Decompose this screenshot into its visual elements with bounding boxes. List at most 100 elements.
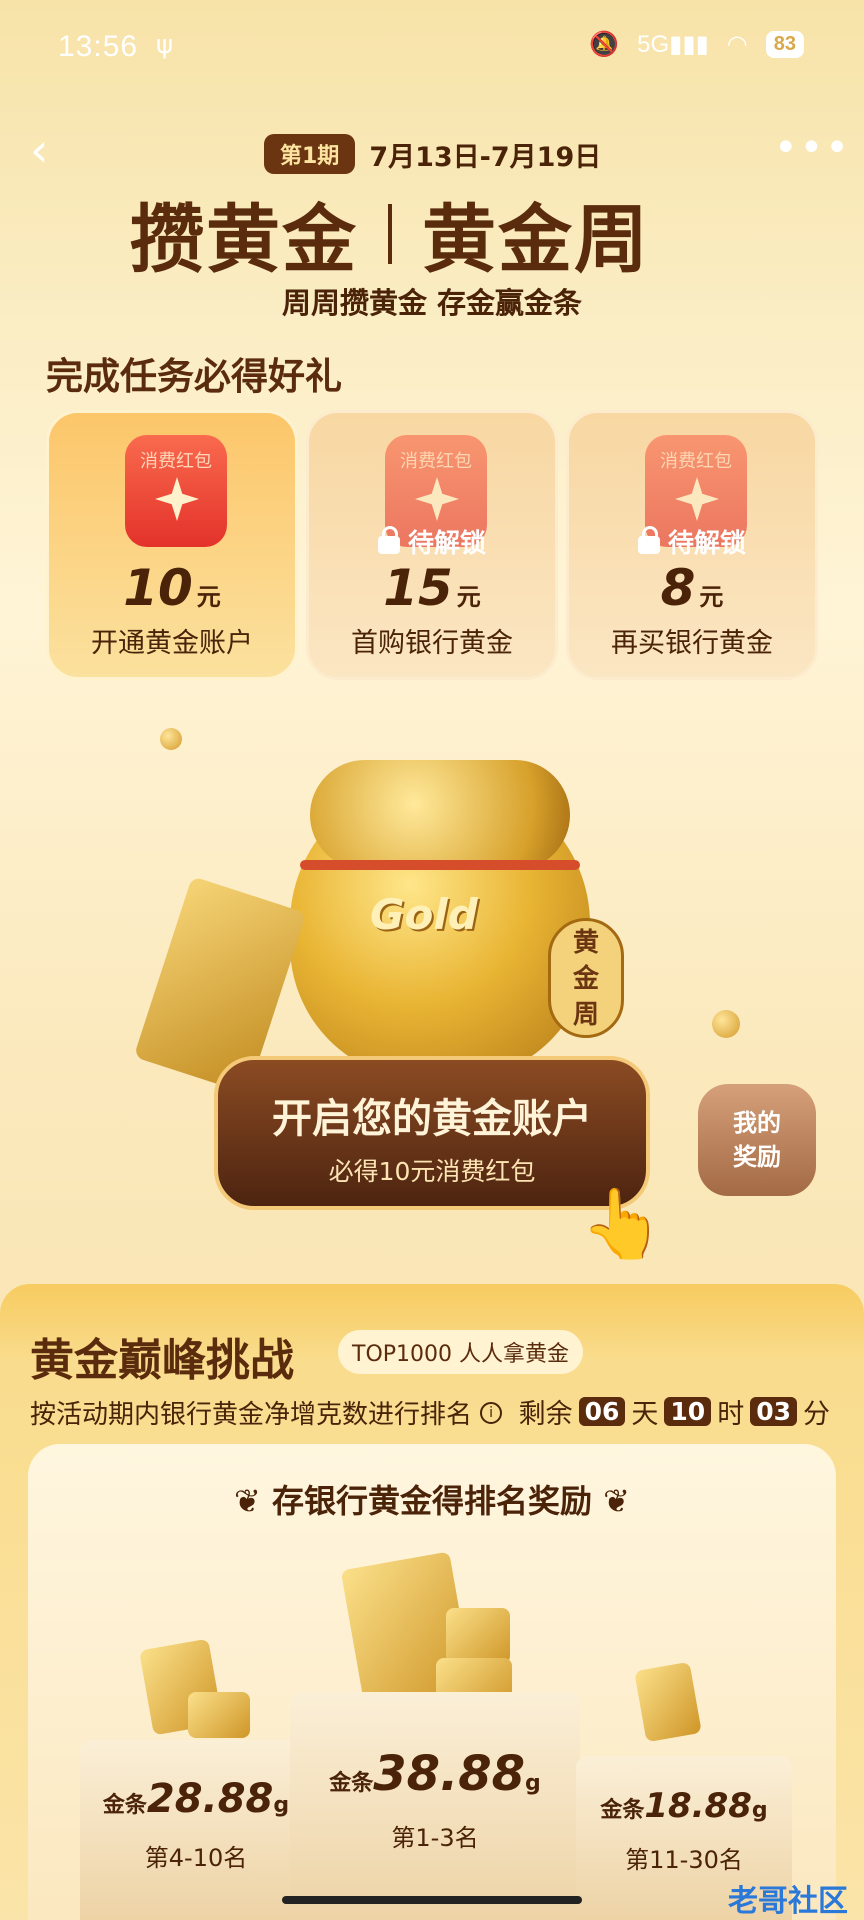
status-icons: 🔕 5G▮▮▮ ◠ 83: [589, 30, 804, 59]
usb-icon: ψ: [156, 30, 174, 60]
task-card-repurchase[interactable]: 消费红包 待解锁 8元 再买银行黄金: [566, 410, 818, 680]
cta-title: 开启您的黄金账户: [272, 1096, 592, 1142]
star-icon: [415, 477, 459, 521]
gold-coin-icon: [712, 1010, 740, 1038]
lock-text: 待解锁: [667, 529, 746, 559]
prize-value: 38.88: [373, 1746, 526, 1802]
battery-icon: 83: [765, 31, 804, 58]
prize-amount: 金条38.88g: [290, 1746, 580, 1802]
wifi-icon: ◠: [726, 31, 748, 58]
chevron-left-icon: ‹: [30, 123, 49, 177]
back-button[interactable]: ‹: [30, 127, 70, 173]
lock-text: 待解锁: [407, 529, 486, 559]
prize-amount: 金条18.88g: [576, 1786, 792, 1826]
countdown: 剩余 06 天 10 时 03 分: [519, 1392, 830, 1431]
countdown-days: 06: [578, 1397, 626, 1426]
bag-seal: 黄金周: [548, 918, 624, 1038]
amount-value: 8: [660, 559, 696, 617]
my-reward-line2: 奖励: [733, 1143, 781, 1171]
laurel-left-icon: ❦: [234, 1482, 261, 1520]
rank-title-text: 存银行黄金得排名奖励: [271, 1482, 592, 1520]
my-reward-line1: 我的: [733, 1109, 781, 1137]
prize-unit: g: [525, 1771, 541, 1796]
countdown-prefix: 剩余: [518, 1399, 573, 1430]
countdown-hours: 10: [664, 1397, 712, 1426]
task-card-open-account[interactable]: 消费红包 10 元 开通黄金账户: [46, 410, 298, 680]
status-bar: 13:56 ψ 🔕 5G▮▮▮ ◠ 83: [0, 0, 864, 100]
gold-bag-top: [310, 760, 570, 870]
podium-first: 金条38.88g 第1-3名: [290, 1692, 580, 1920]
lock-icon: [377, 526, 400, 554]
info-icon[interactable]: i: [480, 1401, 503, 1424]
bag-label: Gold: [370, 890, 478, 939]
my-reward-button[interactable]: 我的 奖励: [698, 1084, 816, 1196]
home-indicator[interactable]: [282, 1896, 582, 1904]
task-card-first-purchase[interactable]: 消费红包 待解锁 15 元 首购银行黄金: [306, 410, 558, 680]
envelope-label: 消费红包: [400, 451, 472, 472]
prize-prefix: 金条: [102, 1793, 147, 1818]
challenge-badge: TOP1000 人人拿黄金: [338, 1330, 584, 1374]
rank-title: ❦ 存银行黄金得排名奖励 ❦: [28, 1476, 836, 1522]
mute-icon: 🔕: [589, 31, 620, 58]
prize-unit: g: [751, 1798, 768, 1823]
watermark: 老哥社区: [728, 1884, 848, 1919]
lock-status: 待解锁: [309, 523, 555, 560]
pointing-hand-icon: 👆: [580, 1185, 665, 1264]
page-subtitle: 周周攒黄金 存金赢金条: [281, 286, 583, 320]
prize-amount: 金条28.88g: [80, 1776, 312, 1822]
star-icon: [155, 477, 199, 521]
podium-second: 金条28.88g 第4-10名: [80, 1740, 312, 1920]
network-label: 5G: [637, 31, 670, 58]
gold-bar-icon: [188, 1692, 250, 1738]
task-label: 首购银行黄金: [351, 628, 513, 659]
prize-rank: 第11-30名: [625, 1846, 743, 1874]
period-dates: 7月13日-7月19日: [369, 141, 602, 173]
prize-prefix: 金条: [329, 1771, 374, 1796]
title-left: 攒黄金: [130, 197, 358, 283]
prize-value: 28.88: [146, 1776, 274, 1822]
challenge-desc: 按活动期内银行黄金净增克数进行排名 i: [30, 1394, 503, 1431]
envelope-label: 消费红包: [660, 451, 732, 472]
challenge-title: 黄金巅峰挑战: [30, 1335, 294, 1386]
task-label: 开通黄金账户: [91, 628, 253, 659]
more-button[interactable]: •••: [774, 128, 849, 172]
task-heading: 完成任务必得好礼: [46, 355, 342, 398]
countdown-days-unit: 天: [631, 1399, 659, 1430]
gold-bar-icon: [446, 1608, 510, 1664]
amount-unit: 元: [196, 583, 221, 611]
task-label: 再买银行黄金: [611, 628, 773, 659]
prize-prefix: 金条: [600, 1798, 645, 1823]
more-dots-icon: •••: [774, 125, 851, 171]
red-envelope-icon: 消费红包: [125, 435, 227, 547]
star-icon: [675, 477, 719, 521]
period-row: 第1期 7月13日-7月19日: [264, 134, 601, 174]
countdown-hours-unit: 时: [717, 1399, 745, 1430]
amount-unit: 元: [456, 583, 481, 611]
period-badge: 第1期: [264, 134, 356, 174]
amount-unit: 元: [699, 583, 724, 611]
status-time: 13:56: [58, 30, 139, 63]
challenge-section: 黄金巅峰挑战 TOP1000 人人拿黄金 按活动期内银行黄金净增克数进行排名 i…: [0, 1284, 864, 1920]
laurel-right-icon: ❦: [603, 1482, 630, 1520]
page-title: 攒黄金 黄金周: [130, 180, 650, 287]
title-divider: [388, 203, 392, 264]
countdown-minutes: 03: [750, 1397, 797, 1426]
title-right: 黄金周: [422, 197, 650, 283]
lock-icon: [637, 526, 660, 554]
reward-amount: 8元: [569, 559, 815, 617]
amount-value: 15: [383, 559, 453, 617]
reward-amount: 15 元: [309, 559, 555, 617]
lock-status: 待解锁: [569, 523, 815, 560]
gold-bag-illustration: Gold 黄金周: [133, 740, 660, 1094]
envelope-label: 消费红包: [140, 451, 212, 472]
gold-bar-icon: [634, 1661, 702, 1743]
prize-rank: 第1-3名: [391, 1824, 479, 1852]
bag-rope: [300, 860, 580, 870]
seal-text: 黄金周: [572, 928, 599, 1030]
prize-rank: 第4-10名: [144, 1844, 248, 1872]
countdown-minutes-unit: 分: [803, 1399, 830, 1430]
prize-unit: g: [273, 1793, 290, 1818]
amount-value: 10: [123, 559, 193, 617]
challenge-desc-text: 按活动期内银行黄金净增克数进行排名: [30, 1400, 473, 1430]
prize-value: 18.88: [644, 1786, 752, 1826]
